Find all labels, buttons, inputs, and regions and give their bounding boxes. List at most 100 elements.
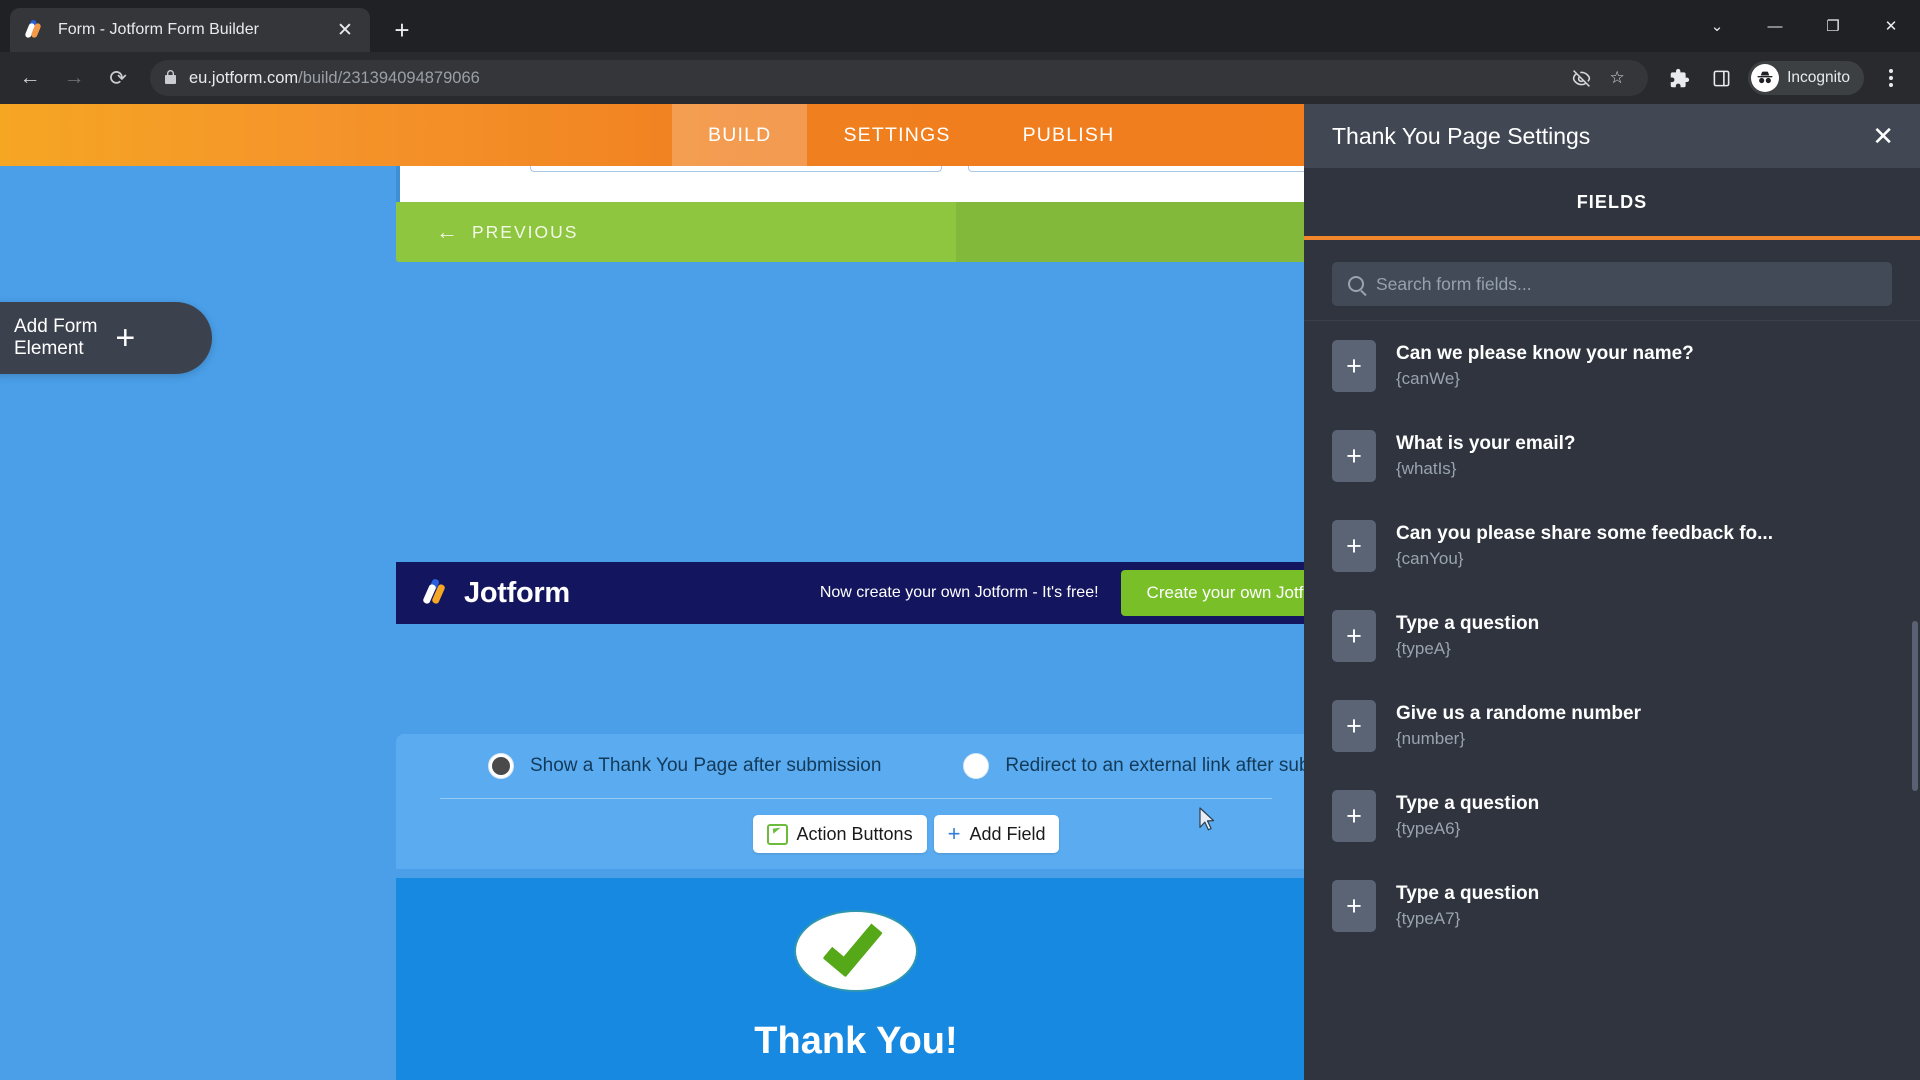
eye-off-icon[interactable] (1564, 61, 1598, 95)
list-item[interactable]: + Type a question {typeA7} (1304, 861, 1920, 951)
form-input-left[interactable] (530, 166, 942, 172)
form-pagination-bar: ← PREVIOUS (396, 202, 1316, 262)
list-item[interactable]: + Type a question {typeA6} (1304, 771, 1920, 861)
tab-publish[interactable]: PUBLISH (987, 104, 1151, 166)
form-left-accent (396, 166, 400, 202)
action-buttons-icon (766, 823, 788, 845)
form-body: ← PREVIOUS (396, 166, 1316, 262)
jotform-logo: Jotform (422, 576, 570, 610)
radio-show-thank-you-page[interactable] (488, 753, 514, 779)
field-texts: Can we please know your name? {canWe} (1396, 343, 1694, 389)
list-item[interactable]: + Give us a randome number {number} (1304, 681, 1920, 771)
search-icon (1348, 276, 1364, 292)
close-window-icon[interactable]: ✕ (1862, 0, 1920, 52)
panel-scrollbar[interactable] (1912, 621, 1918, 791)
browser-toolbar: ← → ⟳ eu.jotform.com/build/2313940948790… (0, 52, 1920, 104)
incognito-profile-chip[interactable]: Incognito (1748, 61, 1864, 95)
extensions-puzzle-icon[interactable] (1660, 59, 1698, 97)
jotform-main-tabs: BUILD SETTINGS PUBLISH (672, 104, 1150, 166)
thank-you-settings-card: Show a Thank You Page after submission R… (396, 734, 1374, 869)
jotform-brand-name: Jotform (464, 576, 570, 609)
window-controls: ⌄ — ❐ ✕ (1688, 0, 1920, 52)
previous-label: PREVIOUS (472, 221, 579, 242)
radio-redirect-external-link[interactable] (963, 753, 990, 779)
field-label: Can you please share some feedback fo... (1396, 523, 1773, 544)
tab-strip: Form - Jotform Form Builder ✕ + ⌄ — ❐ ✕ (0, 0, 1920, 52)
create-your-own-jotform-button[interactable]: Create your own Jotform (1120, 570, 1316, 616)
list-item[interactable]: + Can we please know your name? {canWe} (1304, 321, 1920, 411)
field-texts: Can you please share some feedback fo...… (1396, 523, 1773, 569)
browser-window: Form - Jotform Form Builder ✕ + ⌄ — ❐ ✕ … (0, 0, 1920, 1080)
add-field-button[interactable]: + Add Field (933, 815, 1060, 853)
add-field-plus-icon[interactable]: + (1332, 340, 1376, 392)
thank-you-title: Thank You! (754, 1020, 958, 1062)
add-field-label: Add Field (969, 823, 1046, 844)
minimize-all-icon[interactable]: ⌄ (1688, 0, 1746, 52)
jotform-favicon-icon (24, 19, 46, 40)
bookmark-star-icon[interactable]: ☆ (1600, 61, 1634, 95)
field-label: Can we please know your name? (1396, 343, 1694, 364)
forward-button: → (63, 66, 85, 89)
url-host: eu.jotform.com (189, 68, 299, 87)
browser-tab[interactable]: Form - Jotform Form Builder ✕ (10, 8, 370, 52)
arrow-left-icon: ← (436, 219, 458, 244)
field-key: {typeA6} (1396, 819, 1461, 838)
reload-button[interactable]: ⟳ (98, 58, 138, 98)
field-texts: What is your email? {whatIs} (1396, 433, 1575, 479)
field-label: Type a question (1396, 613, 1540, 634)
add-form-element-button[interactable]: Add Form Element + (0, 302, 212, 374)
panel-title: Thank You Page Settings (1332, 122, 1591, 149)
add-field-plus-icon[interactable]: + (1332, 520, 1376, 572)
thank-you-action-row: Action Buttons + Add Field (396, 799, 1316, 869)
list-item[interactable]: + What is your email? {whatIs} (1304, 411, 1920, 501)
field-label: Give us a randome number (1396, 703, 1641, 724)
previous-button[interactable]: ← PREVIOUS (396, 202, 956, 262)
action-buttons-button[interactable]: Action Buttons (752, 815, 927, 853)
search-input-wrapper[interactable]: Search form fields... (1332, 262, 1892, 306)
close-icon[interactable]: ✕ (1872, 123, 1894, 149)
list-item[interactable]: + Can you please share some feedback fo.… (1304, 501, 1920, 591)
address-bar[interactable]: eu.jotform.com/build/231394094879066 ☆ (150, 60, 1649, 96)
close-tab-icon[interactable]: ✕ (332, 17, 358, 43)
search-input[interactable]: Search form fields... (1376, 274, 1532, 295)
action-buttons-label: Action Buttons (796, 823, 913, 844)
field-texts: Type a question {typeA7} (1396, 883, 1539, 929)
check-mark-shape (822, 913, 883, 978)
side-panel-icon[interactable] (1702, 59, 1740, 97)
field-texts: Type a question {typeA} (1396, 613, 1539, 659)
next-button[interactable] (956, 202, 1316, 262)
tab-settings[interactable]: SETTINGS (807, 104, 986, 166)
url-text: eu.jotform.com/build/231394094879066 (189, 69, 480, 88)
maximize-icon[interactable]: ❐ (1804, 0, 1862, 52)
add-form-element-line2: Element (14, 338, 84, 359)
field-texts: Give us a randome number {number} (1396, 703, 1641, 749)
add-field-plus-icon[interactable]: + (1332, 790, 1376, 842)
minimize-icon[interactable]: — (1746, 0, 1804, 52)
thank-you-preview: Thank You! Your submission has been rece… (396, 878, 1316, 1080)
add-form-element-label: Add Form Element (14, 316, 97, 361)
field-key: {number} (1396, 729, 1465, 748)
field-texts: Type a question {typeA6} (1396, 793, 1539, 839)
check-circle-icon (796, 912, 916, 990)
form-input-right[interactable] (968, 166, 1316, 172)
tab-build[interactable]: BUILD (672, 104, 808, 166)
add-field-plus-icon[interactable]: + (1332, 700, 1376, 752)
incognito-label: Incognito (1787, 69, 1850, 86)
option-show-thank-you-page[interactable]: Show a Thank You Page after submission (488, 753, 881, 779)
tab-title: Form - Jotform Form Builder (58, 21, 259, 38)
tab-fields[interactable]: FIELDS (1577, 192, 1648, 213)
add-field-plus-icon[interactable]: + (1332, 430, 1376, 482)
add-field-plus-icon[interactable]: + (1332, 880, 1376, 932)
back-button[interactable]: ← (10, 58, 50, 98)
list-item[interactable]: + Type a question {typeA} (1304, 591, 1920, 681)
field-label: What is your email? (1396, 433, 1576, 454)
field-key: {typeA} (1396, 639, 1451, 658)
plus-icon: + (115, 319, 136, 357)
panel-tab-bar: FIELDS (1304, 168, 1920, 240)
new-tab-button[interactable]: + (384, 12, 420, 48)
field-key: {whatIs} (1396, 459, 1457, 478)
option-show-thank-you-page-label: Show a Thank You Page after submission (530, 755, 882, 776)
add-field-plus-icon[interactable]: + (1332, 610, 1376, 662)
form-fields-list[interactable]: + Can we please know your name? {canWe} … (1304, 321, 1920, 1080)
browser-menu-icon[interactable] (1872, 59, 1910, 97)
